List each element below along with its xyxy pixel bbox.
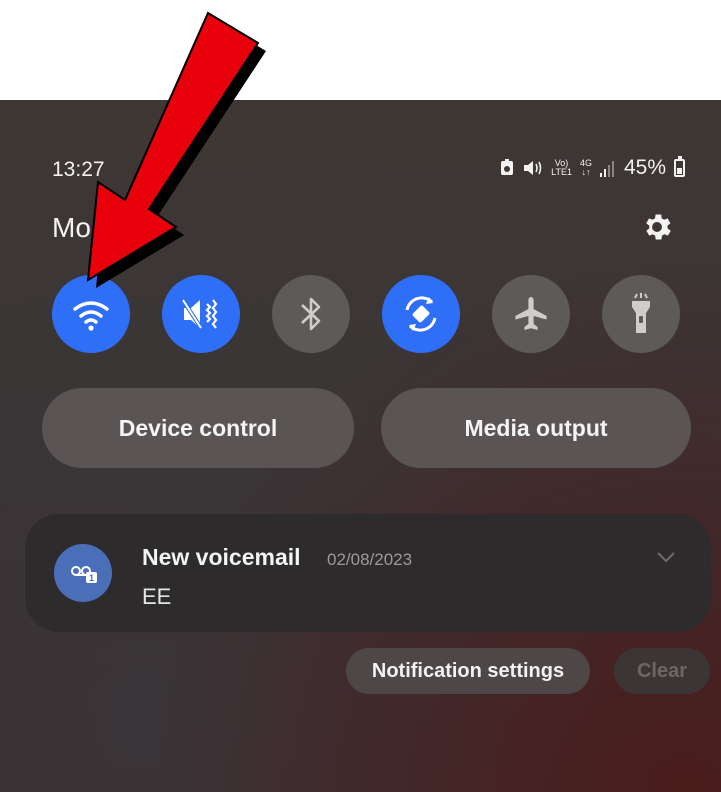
bluetooth-toggle[interactable]	[272, 275, 350, 353]
flashlight-icon	[632, 293, 650, 333]
media-output-label: Media output	[464, 414, 608, 441]
voicemail-notification[interactable]: 1 New voicemail 02/08/2023 EE	[25, 514, 711, 632]
mute-toggle[interactable]	[162, 275, 240, 353]
device-control-label: Device control	[118, 414, 278, 441]
notification-settings-button[interactable]: Notification settings	[346, 648, 590, 694]
bluetooth-icon	[301, 297, 321, 331]
lte-label: LTE1	[551, 167, 572, 177]
notification-body: EE	[142, 584, 172, 609]
airplane-icon	[515, 297, 547, 330]
clear-label: Clear	[636, 659, 688, 682]
svg-text:1: 1	[89, 573, 94, 583]
notification-date: 02/08/2023	[327, 550, 413, 569]
status-icons: Vo) LTE1 4G ↓↑ 45%	[499, 156, 685, 180]
battery-icon	[674, 156, 685, 177]
quick-panel: 13:27 Vo) LTE1 4G ↓↑ 45% Mo ug Device co…	[0, 100, 721, 792]
mute-icon	[523, 159, 543, 177]
device-control-button[interactable]: Device control	[42, 388, 354, 468]
data-arrows: ↓↑	[581, 167, 591, 177]
airplane-toggle[interactable]	[492, 275, 570, 353]
battery-fill	[677, 167, 682, 174]
battery-percent: 45%	[623, 156, 666, 179]
expand-chevron-icon[interactable]	[655, 550, 677, 564]
4g-icon: 4G ↓↑	[580, 159, 592, 177]
signal-icon	[599, 159, 616, 177]
auto-rotate-icon	[405, 296, 437, 332]
wifi-toggle[interactable]	[52, 275, 130, 353]
voicemail-icon: 1	[54, 544, 112, 602]
auto-rotate-lock-icon	[499, 159, 515, 177]
media-output-button[interactable]: Media output	[381, 388, 691, 468]
carrier-name: Mo ug	[52, 212, 169, 243]
clear-button[interactable]: Clear	[614, 648, 710, 694]
notification-title: New voicemail	[142, 544, 301, 570]
mute-icon	[181, 298, 218, 330]
notification-settings-label: Notification settings	[371, 659, 565, 682]
volte-icon: Vo) LTE1	[551, 159, 572, 177]
auto-rotate-toggle[interactable]	[382, 275, 460, 353]
wifi-icon	[73, 301, 109, 331]
status-time: 13:27	[52, 158, 105, 181]
settings-gear-icon[interactable]	[640, 210, 674, 244]
flashlight-toggle[interactable]	[602, 275, 680, 353]
quick-settings-row	[52, 275, 682, 355]
